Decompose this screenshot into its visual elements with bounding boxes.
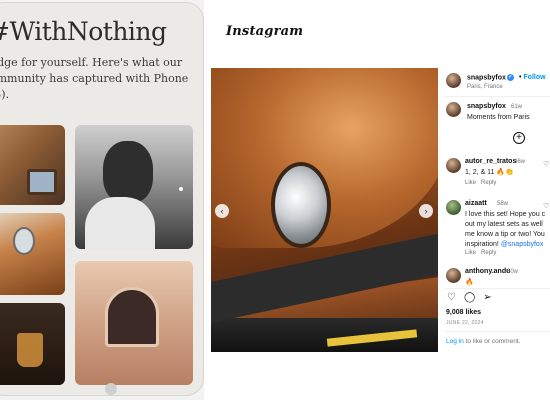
login-prompt-text: to like or comment. (463, 338, 521, 345)
post-image[interactable]: ‹ › (211, 68, 438, 352)
caption-username[interactable]: snapsbyfox (467, 103, 506, 110)
comment-text: 1, 2, & 11 🔥👏 (465, 169, 514, 176)
phone-body-line-1: udge for yourself. Here's what our (0, 56, 183, 69)
post-sidebar: snapsbyfox ✓ • Follow Paris, France snaps… (445, 68, 550, 400)
comment-avatar[interactable] (446, 158, 461, 173)
comment-text-inspiration: inspiration! (465, 241, 499, 248)
portrait-face (103, 141, 153, 203)
follow-button[interactable]: • Follow (519, 74, 546, 81)
phone-body-line-2: ommunity has captured with Phone (3). (0, 72, 189, 101)
actions-divider (445, 288, 550, 289)
comment-heart-icon[interactable]: ♡ (543, 160, 549, 168)
comment-like-button[interactable]: Like (465, 180, 476, 186)
gallery-photo-portrait[interactable] (75, 125, 193, 249)
comment-heart-icon[interactable]: ♡ (543, 202, 549, 210)
screenshot-stage: #WithNothing udge for yourself. Here's w… (0, 0, 550, 400)
likes-count[interactable]: 9,008 likes (446, 309, 481, 316)
carousel-next-icon[interactable]: › (419, 204, 433, 218)
caption-text: Moments from Paris (467, 114, 530, 121)
login-prompt: Log in to like or comment. (446, 338, 520, 345)
load-more-comments-icon[interactable]: + (513, 132, 525, 144)
follow-separator: • (519, 74, 522, 81)
caption-avatar[interactable] (446, 102, 461, 117)
comment-mention-link[interactable]: @snapsbyfox (501, 241, 544, 248)
comment-text-line: I love this set! Hope you c (465, 211, 546, 218)
post-actions: ♡ ◯ ➢ (446, 292, 493, 303)
gallery-dot (179, 187, 183, 191)
author-username[interactable]: snapsbyfox ✓ (467, 74, 514, 81)
like-heart-icon[interactable]: ♡ (446, 292, 457, 303)
comment-text-line: me know a tip or two! You (465, 231, 545, 238)
comment-time: 58w (497, 201, 509, 207)
author-avatar[interactable] (446, 73, 461, 88)
gallery-photo-door[interactable] (0, 125, 65, 205)
share-send-icon[interactable]: ➢ (482, 292, 493, 303)
phone-panel: #WithNothing udge for yourself. Here's w… (0, 2, 204, 396)
comment-text-line: inspiration! @snapsbyfox (465, 240, 550, 250)
comment-like-button[interactable]: Like (465, 250, 476, 256)
car-lamp-shape (13, 227, 35, 255)
glass-shape (17, 333, 43, 367)
comment-text: 🔥 (465, 279, 474, 286)
comment-username[interactable]: autor_re_tratos (465, 158, 516, 165)
login-link[interactable]: Log in (446, 338, 464, 345)
follow-label[interactable]: Follow (523, 74, 545, 81)
comment-reply-button[interactable]: Reply (481, 250, 496, 256)
gallery-photo-car[interactable] (0, 213, 65, 295)
comment-text: I love this set! Hope you c out my lates… (465, 210, 550, 250)
phone-body-text: udge for yourself. Here's what our ommun… (0, 55, 202, 103)
gallery-photo-arch[interactable] (75, 261, 193, 385)
comment-time: 46w (514, 159, 526, 165)
comment-text-line: out my latest sets as well (465, 221, 543, 228)
portrait-cloth (85, 197, 155, 249)
author-username-text[interactable]: snapsbyfox (467, 74, 506, 81)
post-location[interactable]: Paris, France (467, 84, 503, 90)
comment-time: 60w (507, 269, 519, 275)
carousel-prev-icon[interactable]: ‹ (215, 204, 229, 218)
instagram-logo[interactable]: Instagram (226, 24, 303, 39)
window-shape (27, 169, 57, 195)
comment-avatar[interactable] (446, 268, 461, 283)
comment-bubble-icon[interactable]: ◯ (464, 292, 475, 303)
comment-reply-button[interactable]: Reply (481, 180, 496, 186)
instagram-window: Instagram ‹ › snapsbyfox ✓ • Follow Paris… (204, 0, 550, 400)
caption-time: 61w (511, 104, 523, 110)
gallery-photo-drink[interactable] (0, 303, 65, 385)
login-divider (445, 331, 550, 332)
verified-icon: ✓ (506, 74, 514, 81)
comment-avatar[interactable] (446, 200, 461, 215)
arch-window-shape (105, 287, 159, 347)
header-divider (445, 96, 550, 97)
comment-username[interactable]: anthony.andu (465, 268, 510, 275)
comment-username[interactable]: aizaatt (465, 200, 487, 207)
post-date: JUNE 22, 2024 (446, 320, 484, 326)
car-headlight (271, 162, 331, 248)
home-indicator (105, 383, 117, 395)
phone-title: #WithNothing (0, 17, 167, 46)
